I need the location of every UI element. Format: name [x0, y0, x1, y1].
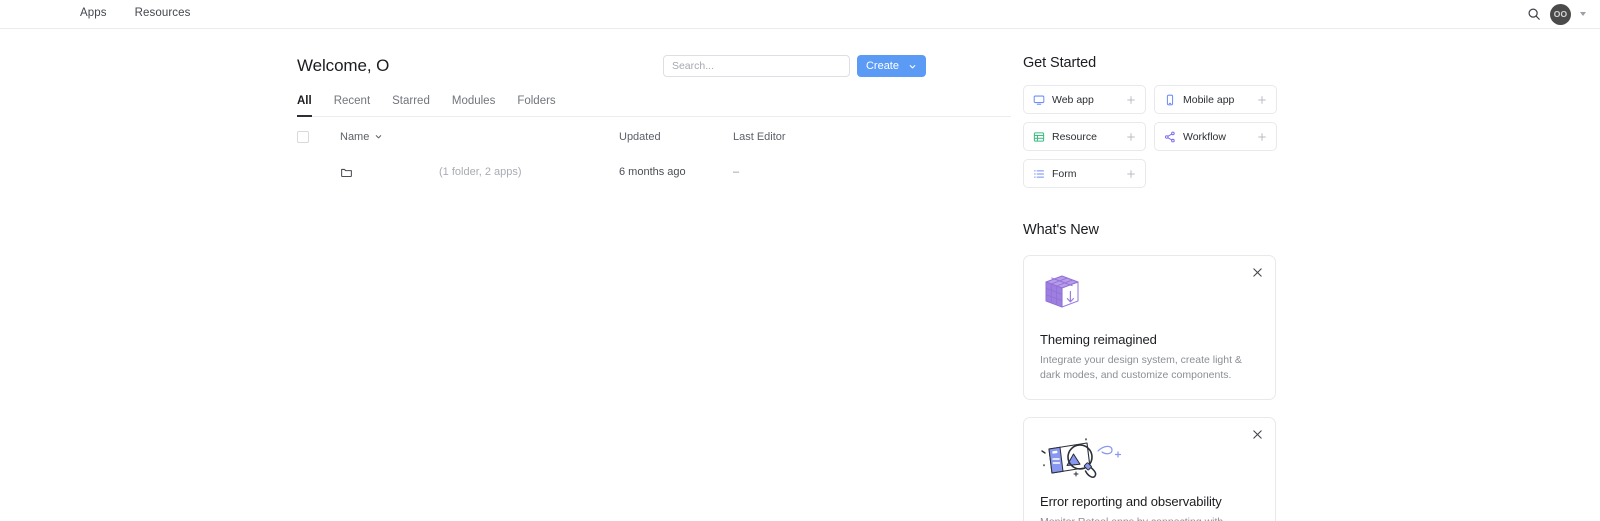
get-started-item-mobile-app[interactable]: Mobile app — [1154, 85, 1277, 114]
whats-new-heading: Error reporting and observability — [1040, 494, 1222, 510]
create-button[interactable]: Create — [856, 55, 926, 77]
whats-new-card-observability[interactable]: Error reporting and observability Monito… — [1023, 417, 1276, 521]
plus-icon[interactable] — [1126, 132, 1136, 142]
get-started-label: Workflow — [1183, 130, 1226, 143]
page-title: Welcome, O — [297, 56, 390, 75]
nav-link-resources[interactable]: Resources — [135, 8, 191, 20]
row-item-count: (1 folder, 2 apps) — [439, 166, 522, 178]
header-actions: Create — [662, 55, 926, 77]
monitor-icon — [1033, 95, 1045, 105]
search-icon[interactable] — [1527, 7, 1541, 21]
get-started-item-web-app[interactable]: Web app — [1023, 85, 1146, 114]
phone-icon — [1166, 94, 1174, 105]
get-started-label: Web app — [1052, 93, 1094, 106]
tab-starred[interactable]: Starred — [392, 95, 430, 117]
row-name-cell: (1 folder, 2 apps) — [319, 166, 619, 179]
sidebar-panel: Get Started Web app Mobile app Resource … — [1011, 55, 1600, 521]
chevron-down-icon — [376, 135, 382, 139]
plus-icon[interactable] — [1126, 95, 1136, 105]
main-header: Welcome, O Create — [297, 55, 1011, 77]
magnifier-dashboard-illustration — [1040, 435, 1259, 481]
tab-modules[interactable]: Modules — [452, 95, 495, 117]
tab-bar: All Recent Starred Modules Folders — [297, 95, 1011, 117]
column-header-updated[interactable]: Updated — [619, 131, 733, 143]
get-started-item-form[interactable]: Form — [1023, 159, 1146, 188]
close-icon[interactable] — [1252, 429, 1263, 440]
list-icon — [1034, 169, 1044, 178]
chevron-down-icon — [909, 64, 916, 68]
close-icon[interactable] — [1252, 267, 1263, 278]
get-started-label: Mobile app — [1183, 93, 1235, 106]
workflow-icon — [1164, 131, 1175, 142]
whats-new-body: Integrate your design system, create lig… — [1040, 354, 1242, 382]
get-started-label: Form — [1052, 167, 1077, 180]
row-updated: 6 months ago — [619, 166, 686, 178]
whats-new-title: What's New — [1023, 222, 1099, 238]
plus-icon[interactable] — [1257, 95, 1267, 105]
avatar[interactable]: OO — [1550, 3, 1571, 25]
table-icon — [1033, 131, 1045, 142]
top-navigation-bar: Apps Resources OO — [0, 0, 1600, 29]
get-started-label: Resource — [1052, 130, 1097, 143]
purple-cube-illustration — [1040, 273, 1259, 319]
table-header-row: Name Updated Last Editor — [297, 117, 1011, 157]
nav-link-apps[interactable]: Apps — [80, 8, 107, 20]
get-started-title: Get Started — [1023, 55, 1097, 71]
get-started-item-workflow[interactable]: Workflow — [1154, 122, 1277, 151]
tab-folders[interactable]: Folders — [517, 95, 555, 117]
plus-icon[interactable] — [1126, 169, 1136, 179]
get-started-item-resource[interactable]: Resource — [1023, 122, 1146, 151]
column-header-name[interactable]: Name — [319, 131, 619, 143]
page-body: Welcome, O Create All Recent Starred Mod… — [0, 29, 1600, 521]
select-all-cell — [297, 130, 319, 143]
items-table: Name Updated Last Editor (1 folder, 2 ap… — [297, 117, 1011, 188]
whats-new-card-theming[interactable]: Theming reimagined Integrate your design… — [1023, 255, 1276, 401]
create-button-label: Create — [865, 60, 899, 72]
row-last-editor: – — [733, 166, 740, 178]
tab-all[interactable]: All — [297, 95, 312, 117]
nav-right-actions: OO — [1527, 3, 1586, 25]
column-header-name-label: Name — [340, 130, 370, 143]
tab-recent[interactable]: Recent — [334, 95, 370, 117]
search-input[interactable] — [662, 55, 850, 77]
whats-new-heading: Theming reimagined — [1040, 332, 1157, 347]
column-header-last-editor[interactable]: Last Editor — [733, 131, 1011, 143]
select-all-checkbox[interactable] — [297, 130, 309, 143]
table-row[interactable]: (1 folder, 2 apps) 6 months ago – — [297, 157, 1011, 188]
get-started-grid: Web app Mobile app Resource Workflow For… — [1023, 85, 1277, 188]
whats-new-body: Monitor Retool apps by connecting with D… — [1040, 515, 1259, 521]
chevron-down-icon[interactable] — [1580, 12, 1586, 16]
plus-icon[interactable] — [1257, 132, 1267, 142]
main-content: Welcome, O Create All Recent Starred Mod… — [0, 55, 1011, 521]
folder-icon — [341, 168, 352, 177]
nav-links: Apps Resources — [80, 8, 191, 20]
